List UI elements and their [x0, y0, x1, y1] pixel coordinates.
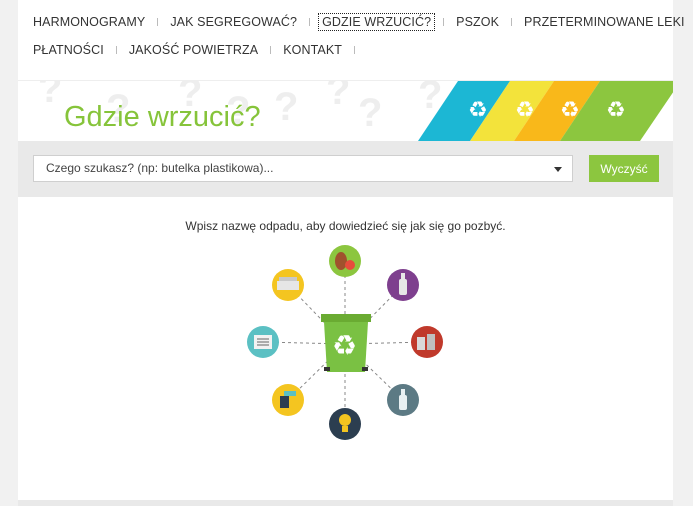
nav-separator: [511, 18, 513, 26]
glass-bottle-icon: [387, 269, 419, 301]
question-mark-decoration: ?: [38, 80, 63, 111]
main-navigation: HARMONOGRAMY JAK SEGREGOWAĆ? GDZIE WRZUC…: [18, 0, 685, 80]
nav-item-pszok[interactable]: PSZOK: [453, 14, 502, 30]
nav-item-jakosc-powietrza[interactable]: JAKOŚĆ POWIETRZA: [126, 42, 261, 58]
nav-separator: [115, 46, 117, 54]
page-banner: ? ? ? ? ? ? ? ? Gdzie wrzucić? ♻ ♻ ♻ ♻: [18, 80, 673, 141]
page-title: Gdzie wrzucić?: [64, 101, 261, 133]
recycle-icon: ♻: [515, 98, 535, 123]
page-margin-right: [673, 0, 693, 506]
question-mark-decoration: ?: [358, 91, 383, 135]
clear-button[interactable]: Wyczyść: [589, 155, 659, 182]
nav-row-1: HARMONOGRAMY JAK SEGREGOWAĆ? GDZIE WRZUC…: [30, 13, 693, 31]
plastic-bottle-icon: [387, 384, 419, 416]
question-mark-decoration: ?: [274, 85, 299, 129]
question-mark-decoration: ?: [326, 80, 351, 113]
newspaper-icon: [247, 326, 279, 358]
nav-item-harmonogramy[interactable]: HARMONOGRAMY: [30, 14, 148, 30]
recycling-stripes-decoration: ♻ ♻ ♻ ♻: [418, 81, 673, 141]
nav-separator: [157, 18, 159, 26]
metal-cans-icon: [411, 326, 443, 358]
search-placeholder: Czego szukasz? (np: butelka plastikowa).…: [46, 161, 274, 175]
nav-separator: [443, 18, 445, 26]
nav-item-przeterminowane-leki[interactable]: PRZETERMINOWANE LEKI: [521, 14, 688, 30]
nav-item-platnosci[interactable]: PŁATNOŚCI: [30, 42, 107, 58]
recycle-icon: ♻: [560, 98, 580, 123]
waste-categories-diagram: ♻: [247, 245, 443, 440]
search-bar: Czego szukasz? (np: butelka plastikowa).…: [18, 148, 673, 192]
nav-item-jak-segregowac[interactable]: JAK SEGREGOWAĆ?: [167, 14, 300, 30]
nav-separator: [354, 46, 356, 54]
recycle-icon: ♻: [606, 98, 626, 123]
bio-waste-icon: [329, 245, 361, 277]
page-margin-left: [0, 0, 18, 506]
electronics-icon: [272, 384, 304, 416]
waste-search-select[interactable]: Czego szukasz? (np: butelka plastikowa).…: [33, 155, 573, 182]
light-bulb-icon: [329, 408, 361, 440]
bulky-waste-icon: [272, 269, 304, 301]
nav-row-2: PŁATNOŚCI JAKOŚĆ POWIETRZA KONTAKT: [30, 42, 364, 58]
nav-separator: [270, 46, 272, 54]
recycle-icon: ♻: [468, 98, 488, 123]
nav-item-gdzie-wrzucic[interactable]: GDZIE WRZUCIĆ?: [318, 13, 436, 31]
svg-text:♻: ♻: [332, 329, 357, 362]
nav-item-kontakt[interactable]: KONTAKT: [280, 42, 345, 58]
main-content: Wpisz nazwę odpadu, aby dowiedzieć się j…: [18, 197, 673, 500]
chevron-down-icon[interactable]: [554, 167, 562, 172]
nav-separator: [309, 18, 311, 26]
recycling-bin-icon: ♻: [321, 314, 371, 372]
